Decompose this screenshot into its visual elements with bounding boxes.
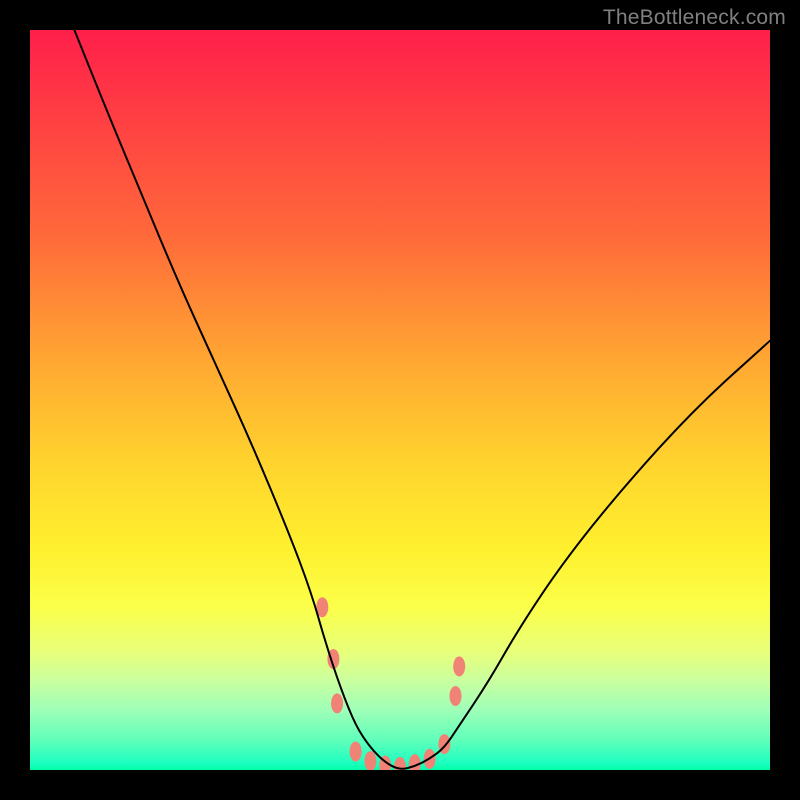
valley-marker — [331, 693, 343, 713]
plot-area — [30, 30, 770, 770]
valley-marker — [450, 686, 462, 706]
valley-marker — [453, 656, 465, 676]
watermark-text: TheBottleneck.com — [603, 6, 786, 30]
chart-stage: TheBottleneck.com — [0, 0, 800, 800]
chart-svg — [30, 30, 770, 770]
valley-marker — [364, 751, 376, 770]
valley-marker — [350, 742, 362, 762]
bottleneck-curve-path — [74, 30, 770, 769]
